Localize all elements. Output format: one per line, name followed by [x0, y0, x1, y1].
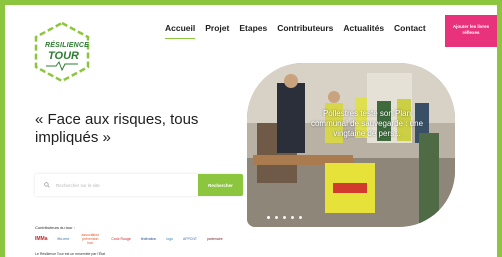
- contributor-logo[interactable]: AFPCNT: [183, 233, 197, 245]
- page-frame: RÉSILIENCE TOUR Accueil Projet Etapes Co…: [5, 5, 497, 257]
- contributors-title: Contributeurs du tour :: [35, 225, 75, 230]
- hero-photo-illustration: [247, 63, 455, 227]
- logo-text-line2: TOUR: [48, 50, 79, 62]
- carousel-dots: [267, 216, 302, 219]
- photo-caption: Pollestres teste son Plan communal de sa…: [310, 109, 424, 138]
- hero-headline: « Face aux risques, tous impliqués »: [35, 111, 199, 146]
- contributor-logo[interactable]: IMMa: [35, 233, 48, 245]
- search-icon: [44, 182, 50, 188]
- carousel-dot[interactable]: [283, 216, 286, 219]
- contributor-logo[interactable]: iffo-rme: [58, 233, 70, 245]
- hero-photo[interactable]: Pollestres teste son Plan communal de sa…: [247, 63, 455, 227]
- main-nav: Accueil Projet Etapes Contributeurs Actu…: [165, 23, 426, 39]
- nav-item-contributeurs[interactable]: Contributeurs: [277, 23, 333, 33]
- nav-item-contact[interactable]: Contact: [394, 23, 426, 33]
- nav-item-actualites[interactable]: Actualités: [343, 23, 384, 33]
- contributor-logo[interactable]: partenaire: [207, 233, 223, 245]
- logo-text-line1: RÉSILIENCE: [45, 42, 90, 49]
- search-button[interactable]: Rechercher: [198, 174, 243, 196]
- carousel-dot[interactable]: [275, 216, 278, 219]
- resilience-tour-logo[interactable]: RÉSILIENCE TOUR: [32, 21, 92, 83]
- contributors-logos: IMMa iffo-rme association prévention tou…: [35, 233, 223, 245]
- carousel-dot[interactable]: [291, 216, 294, 219]
- search-placeholder: Rechercher sur le site: [56, 182, 100, 188]
- contributor-logo[interactable]: logo: [166, 233, 173, 245]
- search-input[interactable]: Rechercher sur le site: [35, 174, 198, 196]
- contributor-logo[interactable]: fédération: [141, 233, 157, 245]
- contributor-logo[interactable]: Croix Rouge: [111, 233, 130, 245]
- nav-item-accueil[interactable]: Accueil: [165, 23, 196, 39]
- nav-item-projet[interactable]: Projet: [205, 23, 229, 33]
- carousel-dot[interactable]: [267, 216, 270, 219]
- carousel-dot[interactable]: [299, 216, 302, 219]
- contributor-logo[interactable]: association prévention tout: [79, 233, 101, 245]
- footer-note: Le Résilience Tour est un ensemble par l…: [35, 252, 106, 256]
- search-bar: Rechercher sur le site Rechercher: [35, 174, 243, 196]
- nav-item-etapes[interactable]: Etapes: [239, 23, 267, 33]
- cta-button[interactable]: Ajouter les livres réflexes: [445, 15, 497, 47]
